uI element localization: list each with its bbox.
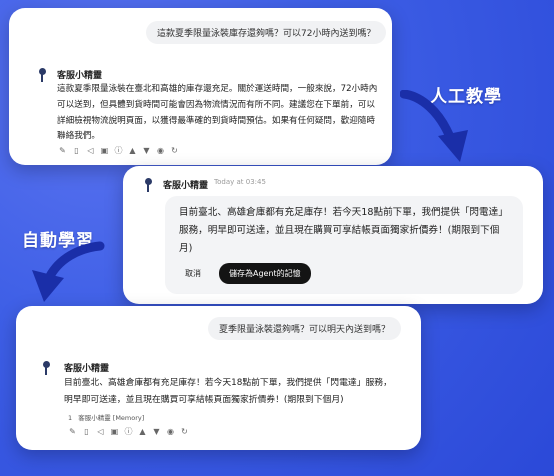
- bot-reply: 這款夏季限量泳裝在臺北和高雄的庫存還充足。關於運送時間，一般來說，72小時內 可…: [57, 82, 387, 145]
- bot-header: 客服小精靈: [38, 68, 102, 82]
- bot-avatar-icon: [42, 361, 51, 375]
- reply-line: 目前臺北、高雄倉庫都有充足庫存！若今天18點前下單，我們提供「閃電達」服務，: [64, 378, 392, 388]
- bot-name: 客服小精靈: [64, 364, 110, 374]
- edited-reply[interactable]: 目前臺北、高雄倉庫都有充足庫存！若今天18點前下單，我們提供「閃電達」 服務，明…: [179, 204, 519, 258]
- info-icon[interactable]: ⓘ: [124, 427, 133, 436]
- bot-name: 客服小精靈: [163, 181, 209, 191]
- bot-avatar-icon: [144, 178, 153, 192]
- reply-line: 這款夏季限量泳裝在臺北和高雄的庫存還充足。關於運送時間，一般來說，72小時內: [57, 84, 378, 94]
- reference-number: 1: [68, 414, 73, 422]
- thumbs-down-icon[interactable]: ▼: [142, 146, 151, 155]
- chat-card-learned: 夏季限量泳裝還夠嗎？可以明天內送到嗎？ 客服小精靈 目前臺北、高雄倉庫都有充足庫…: [16, 306, 421, 450]
- stop-icon[interactable]: ◉: [166, 427, 175, 436]
- speaker-icon[interactable]: ◁: [86, 146, 95, 155]
- stop-icon[interactable]: ◉: [156, 146, 165, 155]
- bot-reply: 目前臺北、高雄倉庫都有充足庫存！若今天18點前下單，我們提供「閃電達」服務， 明…: [64, 375, 414, 409]
- info-icon[interactable]: ⓘ: [114, 146, 123, 155]
- image-icon[interactable]: ▣: [100, 146, 109, 155]
- message-toolbar: ✎ ▯ ◁ ▣ ⓘ ▲ ▼ ◉ ↻: [58, 146, 179, 155]
- reply-line: 可以送到，但具體到貨時間可能會因為物流情況而有所不同。建議您在下單前，可以: [57, 99, 375, 110]
- reply-line: 明早即可送達，並且現在購買可享結帳頁面獨家折價券！(期限到下個月): [64, 395, 344, 405]
- image-icon[interactable]: ▣: [110, 427, 119, 436]
- thumbs-down-icon[interactable]: ▼: [152, 427, 161, 436]
- user-question-bubble: 這款夏季限量泳裝庫存還夠嗎？可以72小時內送到嗎？: [146, 21, 387, 44]
- curved-arrow-right-icon: [400, 90, 468, 162]
- reference-label: 客服小精靈 [Memory]: [78, 414, 145, 422]
- edit-icon[interactable]: ✎: [68, 427, 77, 436]
- regenerate-icon[interactable]: ↻: [180, 427, 189, 436]
- reply-line: 聯絡我們。: [57, 131, 100, 142]
- thumbs-up-icon[interactable]: ▲: [128, 146, 137, 155]
- regenerate-icon[interactable]: ↻: [170, 146, 179, 155]
- user-question-bubble: 夏季限量泳裝還夠嗎？可以明天內送到嗎？: [208, 317, 402, 340]
- edit-icon[interactable]: ✎: [58, 146, 67, 155]
- copy-icon[interactable]: ▯: [72, 146, 81, 155]
- bot-header: 客服小精靈 Today at 03:45: [144, 178, 266, 192]
- bot-header: 客服小精靈: [42, 361, 109, 375]
- save-memory-button[interactable]: 儲存為Agent的記憶: [219, 263, 311, 284]
- reply-line: 詳細檢視物流說明頁面，以獲得最準確的到貨時間預估。如果有任何疑問，歡迎隨時: [57, 115, 375, 126]
- edited-line: 目前臺北、高雄倉庫都有充足庫存！若今天18點前下單，我們提供「閃電達」: [179, 207, 508, 218]
- cancel-button[interactable]: 取消: [185, 268, 201, 279]
- bot-avatar-icon: [38, 68, 47, 82]
- chat-card-original: 這款夏季限量泳裝庫存還夠嗎？可以72小時內送到嗎？ 客服小精靈 這款夏季限量泳裝…: [9, 8, 392, 165]
- speaker-icon[interactable]: ◁: [96, 427, 105, 436]
- copy-icon[interactable]: ▯: [82, 427, 91, 436]
- edited-line: 月): [179, 243, 193, 254]
- thumbs-up-icon[interactable]: ▲: [138, 427, 147, 436]
- memory-reference[interactable]: 1 客服小精靈 [Memory]: [68, 412, 144, 422]
- message-toolbar: ✎ ▯ ◁ ▣ ⓘ ▲ ▼ ◉ ↻: [68, 427, 189, 436]
- edited-line: 服務，明早即可送達，並且現在購買可享結帳頁面獨家折價券！(期限到下個: [179, 225, 500, 236]
- chat-card-edit: 客服小精靈 Today at 03:45 目前臺北、高雄倉庫都有充足庫存！若今天…: [123, 166, 543, 304]
- message-time: Today at 03:45: [214, 178, 266, 186]
- curved-arrow-left-icon: [32, 241, 105, 302]
- bot-name: 客服小精靈: [57, 71, 103, 81]
